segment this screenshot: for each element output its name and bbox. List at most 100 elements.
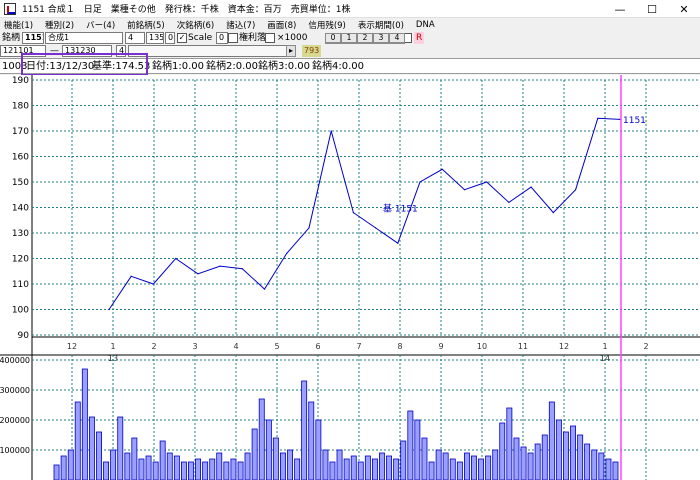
menu-dna[interactable]: DNA bbox=[416, 20, 435, 30]
volume-bar bbox=[159, 440, 166, 480]
volume-bar bbox=[520, 446, 527, 480]
menu-load[interactable]: 諸込(7) bbox=[226, 19, 255, 31]
chart-area: 12 1 2 3 4 5 6 7 8 9 10 11 12 1 2 13 14 90 100 110 120 130 140… bbox=[0, 75, 700, 480]
volume-bar bbox=[244, 452, 251, 480]
volume-bar bbox=[89, 416, 95, 480]
close-button[interactable]: ✕ bbox=[668, 0, 700, 18]
num-button-3[interactable]: 3 bbox=[373, 33, 389, 43]
price-point bbox=[597, 117, 599, 119]
num-button-4[interactable]: 4 bbox=[389, 33, 405, 43]
count-badge: 793 bbox=[302, 45, 322, 57]
volume-bar bbox=[166, 452, 173, 480]
volume-bar bbox=[584, 443, 591, 480]
menu-margin[interactable]: 信用残(9) bbox=[308, 19, 346, 31]
volume-bar bbox=[612, 461, 619, 480]
scale-checkbox[interactable]: ✓ bbox=[177, 33, 187, 43]
maximize-button[interactable]: ☐ bbox=[636, 0, 668, 18]
volume-bar bbox=[53, 464, 60, 480]
menu-next-stock[interactable]: 次銘柄(6) bbox=[177, 19, 215, 31]
price-point bbox=[175, 257, 177, 260]
price-tick-label: 160 bbox=[12, 153, 29, 163]
volume-bar bbox=[506, 407, 513, 480]
num-button-1[interactable]: 1 bbox=[341, 33, 357, 43]
volume-bar bbox=[322, 449, 329, 480]
menu-prev-stock[interactable]: 前銘柄(5) bbox=[127, 19, 165, 31]
info-stock3: 銘柄3:0.00 bbox=[258, 61, 310, 72]
code-input[interactable]: 1151 bbox=[22, 32, 44, 44]
price-point bbox=[375, 227, 377, 229]
x-month-tick-label: 5 bbox=[274, 342, 279, 351]
name-field[interactable]: 合成1 bbox=[45, 32, 123, 44]
num-button-2[interactable]: 2 bbox=[357, 33, 373, 43]
volume-bar bbox=[463, 452, 470, 480]
volume-bar bbox=[117, 416, 124, 480]
mult-checkbox[interactable] bbox=[265, 33, 275, 43]
volume-bar bbox=[421, 437, 428, 480]
volume-bar bbox=[279, 452, 286, 480]
chart-svg[interactable]: 12 1 2 3 4 5 6 7 8 9 10 11 12 1 213 1490100110120130140… bbox=[0, 75, 700, 480]
volume-bar bbox=[350, 455, 357, 480]
price-point bbox=[241, 268, 243, 270]
field-c[interactable]: 0 bbox=[165, 32, 175, 44]
price-point bbox=[508, 201, 510, 203]
r-label: R bbox=[414, 32, 425, 44]
x-month-tick-label: 1 bbox=[110, 342, 115, 351]
scroll-track[interactable] bbox=[128, 45, 296, 57]
price-tick-label: 150 bbox=[12, 178, 29, 188]
window-title: 1151 合成１ 日足 業種その他 発行株：千株 資本金：百万 売買単位：1株 bbox=[22, 5, 351, 15]
volume-bar bbox=[308, 401, 315, 480]
volume-tick-label: 300000 bbox=[0, 386, 30, 395]
volume-bar bbox=[145, 455, 152, 480]
info-stock4: 銘柄4:0.00 bbox=[312, 61, 364, 72]
x-year-tick-label: 13 bbox=[108, 354, 118, 363]
volume-bar bbox=[449, 458, 456, 480]
volume-bar bbox=[294, 458, 301, 480]
title-bar: 1151 合成１ 日足 業種その他 発行株：千株 資本金：百万 売買単位：1株 … bbox=[0, 0, 700, 18]
volume-bar bbox=[470, 455, 477, 480]
x-month-tick-label: 2 bbox=[643, 342, 648, 351]
volume-bar bbox=[74, 401, 81, 480]
volume-bar bbox=[485, 455, 492, 480]
field-d[interactable]: 0 bbox=[216, 32, 228, 44]
price-tick-label: 170 bbox=[12, 127, 29, 137]
num-button-0[interactable]: 0 bbox=[325, 33, 341, 43]
volume-bar bbox=[173, 455, 180, 480]
field-a[interactable]: 4 bbox=[125, 32, 145, 44]
price-tick-label: 180 bbox=[12, 102, 29, 112]
code-label: 銘柄 bbox=[2, 33, 21, 43]
volume-bar bbox=[478, 458, 484, 480]
volume-bar bbox=[329, 461, 336, 480]
volume-bar bbox=[301, 380, 308, 480]
volume-tick-label: 400000 bbox=[0, 356, 30, 365]
x-month-tick-label: 12 bbox=[559, 342, 569, 351]
price-tick-label: 120 bbox=[12, 255, 29, 265]
volume-bar bbox=[400, 440, 407, 480]
menu-period[interactable]: 表示期間(0) bbox=[358, 19, 404, 31]
volume-bar bbox=[386, 455, 392, 480]
x-month-tick-label: 9 bbox=[438, 342, 443, 351]
info-stock2: 銘柄2:0.00 bbox=[206, 61, 258, 72]
menu-type[interactable]: 種別(2) bbox=[45, 19, 74, 31]
volume-bar bbox=[492, 449, 499, 480]
menu-bar-style[interactable]: バー(4) bbox=[86, 19, 115, 31]
minimize-button[interactable]: — bbox=[604, 0, 636, 18]
menu-screen[interactable]: 画面(8) bbox=[267, 19, 296, 31]
volume-bar bbox=[265, 419, 272, 480]
price-point bbox=[575, 189, 577, 191]
price-point bbox=[463, 189, 466, 191]
adjust-checkbox[interactable] bbox=[228, 33, 238, 43]
adjust-label: 権利落 bbox=[239, 33, 267, 43]
price-tick-label: 190 bbox=[12, 76, 29, 86]
volume-bar bbox=[605, 458, 612, 480]
volume-bar bbox=[336, 449, 343, 480]
menu-function[interactable]: 機能(1) bbox=[4, 19, 33, 31]
volume-bar bbox=[315, 419, 322, 480]
field-b[interactable]: 1350 bbox=[146, 32, 164, 44]
price-point bbox=[130, 275, 132, 277]
volume-bar bbox=[435, 449, 442, 480]
volume-bar bbox=[230, 458, 237, 480]
scroll-right-arrow-icon[interactable]: ▸ bbox=[286, 45, 296, 57]
volume-bar bbox=[67, 449, 74, 480]
price-tick-label: 140 bbox=[12, 204, 29, 214]
volume-bar bbox=[124, 452, 131, 480]
